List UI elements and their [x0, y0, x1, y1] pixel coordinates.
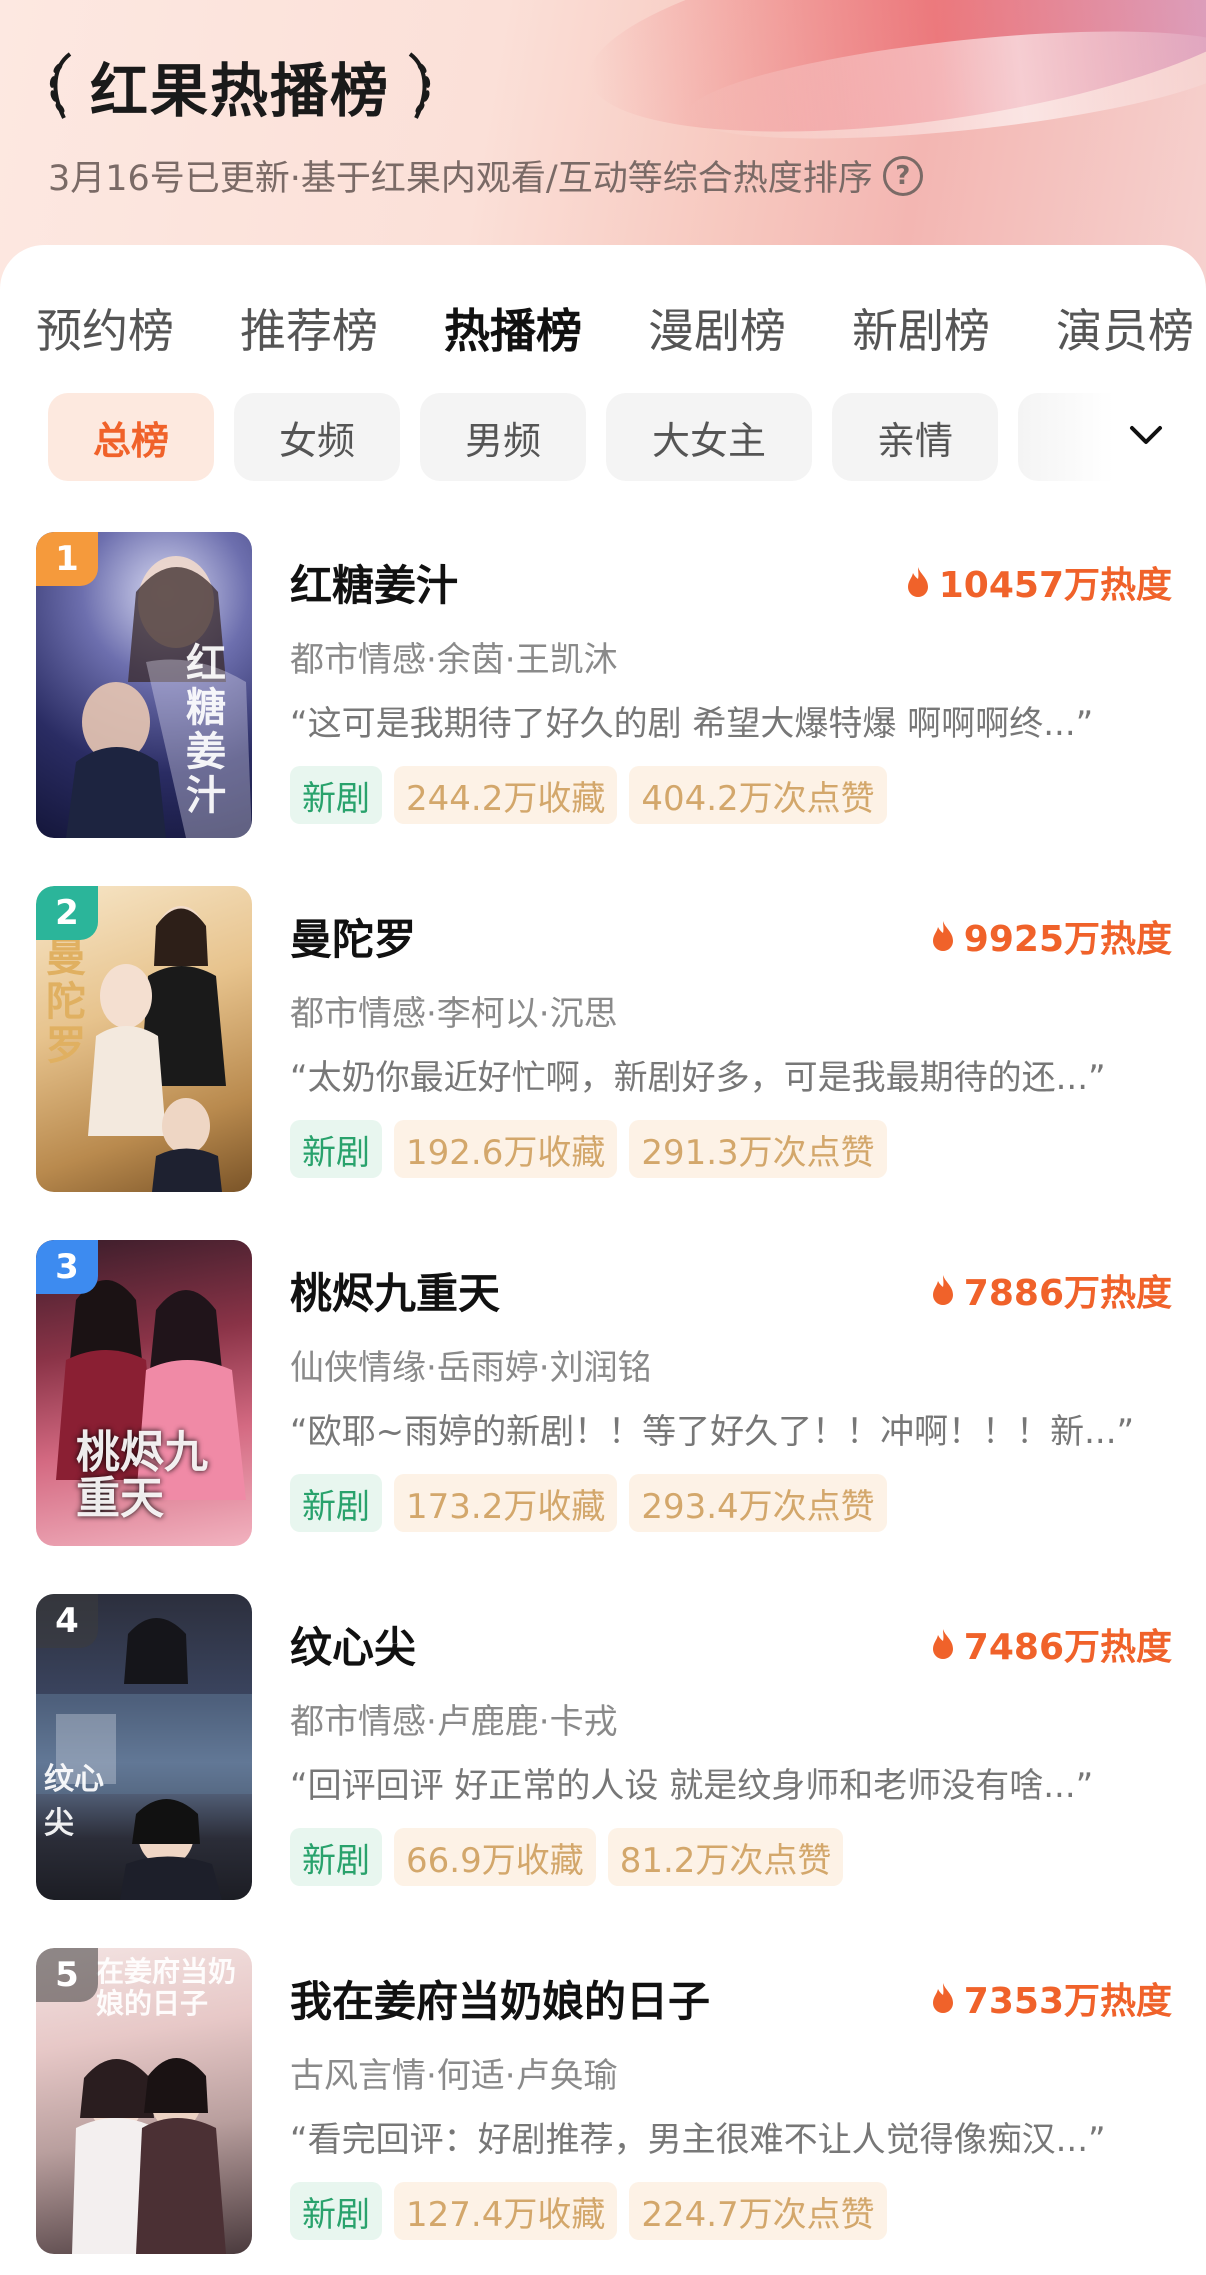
heat-score: 7486万热度 [930, 1618, 1172, 1670]
favorites-count: 192.6万收藏 [394, 1120, 618, 1178]
flame-icon [907, 567, 928, 597]
heat-value: 7886万热度 [963, 1273, 1172, 1314]
filter-chip-female[interactable]: 女频 [234, 393, 400, 481]
drama-tags: 新剧 244.2万收藏 404.2万次点赞 [290, 766, 887, 824]
new-badge: 新剧 [290, 1120, 382, 1178]
tab-hot[interactable]: 热播榜 [444, 295, 582, 361]
likes-count: 291.3万次点赞 [629, 1120, 887, 1178]
drama-title[interactable]: 纹心尖 [290, 1614, 416, 1675]
favorites-count: 173.2万收藏 [394, 1474, 618, 1532]
drama-comment: “这可是我期待了好久的剧 希望大爆特爆 啊啊啊终...” [290, 704, 1094, 744]
drama-comment: “太奶你最近好忙啊，新剧好多，可是我最期待的还...” [290, 1058, 1106, 1098]
drama-meta: 都市情感·余茵·王凯沐 [290, 640, 618, 680]
drama-title[interactable]: 桃烬九重天 [290, 1260, 500, 1321]
new-badge: 新剧 [290, 1474, 382, 1532]
laurel-left-icon [49, 52, 72, 119]
flame-icon [932, 1275, 953, 1305]
ranking-item[interactable]: 桃烬九重天 3 桃烬九重天 7886万热度 仙侠情缘·岳雨婷·刘润铭 “欧耶~雨… [36, 1240, 1176, 1550]
tab-comic[interactable]: 漫剧榜 [648, 295, 786, 361]
update-subtitle: 3月16号已更新·基于红果内观看/互动等综合热度排序 ? [48, 150, 923, 201]
tab-recommend[interactable]: 推荐榜 [240, 295, 378, 361]
poster-image[interactable]: 红糖姜汁 1 [36, 532, 252, 838]
poster-title-art: 曼陀罗 [46, 934, 86, 1069]
drama-comment: “回评回评 好正常的人设 就是纹身师和老师没有啥...” [290, 1766, 1094, 1806]
poster-image[interactable]: 在姜府当奶娘的日子 5 [36, 1948, 252, 2254]
tab-new[interactable]: 新剧榜 [852, 295, 990, 361]
flame-icon [932, 1983, 953, 2013]
new-badge: 新剧 [290, 2182, 382, 2240]
heat-score: 7353万热度 [930, 1972, 1172, 2024]
drama-meta: 都市情感·卢鹿鹿·卡戎 [290, 1702, 618, 1742]
poster-image[interactable]: 曼陀罗 2 [36, 886, 252, 1192]
subtitle-text: 3月16号已更新·基于红果内观看/互动等综合热度排序 [48, 159, 873, 199]
favorites-count: 244.2万收藏 [394, 766, 618, 824]
page-title-row: 红果热播榜 [44, 46, 436, 126]
likes-count: 81.2万次点赞 [607, 1828, 844, 1886]
filter-chip-all[interactable]: 总榜 [48, 393, 214, 481]
poster-image[interactable]: 桃烬九重天 3 [36, 1240, 252, 1546]
drama-title[interactable]: 红糖姜汁 [290, 552, 458, 613]
drama-meta: 仙侠情缘·岳雨婷·刘润铭 [290, 1348, 652, 1388]
rank-badge: 4 [36, 1594, 98, 1648]
ranking-item[interactable]: 在姜府当奶娘的日子 5 我在姜府当奶娘的日子 7353万热度 古风言情·何适·卢… [36, 1948, 1176, 2258]
tab-reservation[interactable]: 预约榜 [36, 295, 174, 361]
rank-badge: 2 [36, 886, 98, 940]
filter-chip-family[interactable]: 亲情 [832, 393, 998, 481]
drama-title[interactable]: 曼陀罗 [290, 906, 416, 967]
ranking-panel: 预约榜 推荐榜 热播榜 漫剧榜 新剧榜 演员榜 总榜 女频 男频 大女主 亲情 … [0, 245, 1206, 2275]
ranking-item[interactable]: 曼陀罗 2 曼陀罗 9925万热度 都市情感·李柯以·沉思 “太奶你最近好忙啊，… [36, 886, 1176, 1196]
heat-value: 10457万热度 [938, 565, 1172, 606]
flame-icon [932, 1629, 953, 1659]
drama-tags: 新剧 66.9万收藏 81.2万次点赞 [290, 1828, 844, 1886]
ranking-item[interactable]: 红糖姜汁 1 红糖姜汁 10457万热度 都市情感·余茵·王凯沐 “这可是我期待… [36, 532, 1176, 842]
drama-tags: 新剧 192.6万收藏 291.3万次点赞 [290, 1120, 887, 1178]
likes-count: 293.4万次点赞 [629, 1474, 887, 1532]
rank-badge: 1 [36, 532, 98, 586]
favorites-count: 127.4万收藏 [394, 2182, 618, 2240]
drama-meta: 都市情感·李柯以·沉思 [290, 994, 618, 1034]
rank-badge: 3 [36, 1240, 98, 1294]
drama-meta: 古风言情·何适·卢奂瑜 [290, 2056, 618, 2096]
filter-chip-male[interactable]: 男频 [420, 393, 586, 481]
drama-comment: “欧耶~雨婷的新剧！！等了好久了！！冲啊！！！新...” [290, 1412, 1135, 1452]
drama-tags: 新剧 127.4万收藏 224.7万次点赞 [290, 2182, 887, 2240]
drama-comment: “看完回评：好剧推荐，男主很难不让人觉得像痴汉...” [290, 2120, 1106, 2160]
laurel-right-icon [408, 52, 431, 119]
chevron-down-icon[interactable] [1126, 415, 1166, 455]
new-badge: 新剧 [290, 1828, 382, 1886]
tab-actor[interactable]: 演员榜 [1056, 295, 1194, 361]
page-title: 红果热播榜 [90, 57, 391, 125]
heat-value: 9925万热度 [963, 919, 1172, 960]
poster-title-art: 红糖姜汁 [186, 640, 226, 819]
filter-chip-more[interactable] [1018, 393, 1138, 481]
filter-chips: 总榜 女频 男频 大女主 亲情 [48, 393, 1168, 483]
favorites-count: 66.9万收藏 [394, 1828, 596, 1886]
filter-chip-heroine[interactable]: 大女主 [606, 393, 812, 481]
poster-image[interactable]: 纹心尖 4 [36, 1594, 252, 1900]
question-circle-icon[interactable]: ? [882, 155, 923, 196]
new-badge: 新剧 [290, 766, 382, 824]
poster-title-art: 在姜府当奶娘的日子 [96, 1955, 237, 2020]
drama-title[interactable]: 我在姜府当奶娘的日子 [290, 1968, 710, 2029]
poster-title-art: 纹心尖 [44, 1762, 104, 1841]
likes-count: 224.7万次点赞 [629, 2182, 887, 2240]
heat-score: 7886万热度 [930, 1264, 1172, 1316]
heat-value: 7353万热度 [963, 1981, 1172, 2022]
ranking-tabs: 预约榜 推荐榜 热播榜 漫剧榜 新剧榜 演员榜 [0, 295, 1206, 365]
ranking-item[interactable]: 纹心尖 4 纹心尖 7486万热度 都市情感·卢鹿鹿·卡戎 “回评回评 好正常的… [36, 1594, 1176, 1904]
likes-count: 404.2万次点赞 [629, 766, 887, 824]
poster-title-art: 桃烬九重天 [76, 1427, 208, 1524]
rank-badge: 5 [36, 1948, 98, 2002]
heat-value: 7486万热度 [963, 1627, 1172, 1668]
heat-score: 9925万热度 [930, 910, 1172, 962]
flame-icon [932, 921, 953, 951]
heat-score: 10457万热度 [905, 556, 1172, 608]
drama-tags: 新剧 173.2万收藏 293.4万次点赞 [290, 1474, 887, 1532]
